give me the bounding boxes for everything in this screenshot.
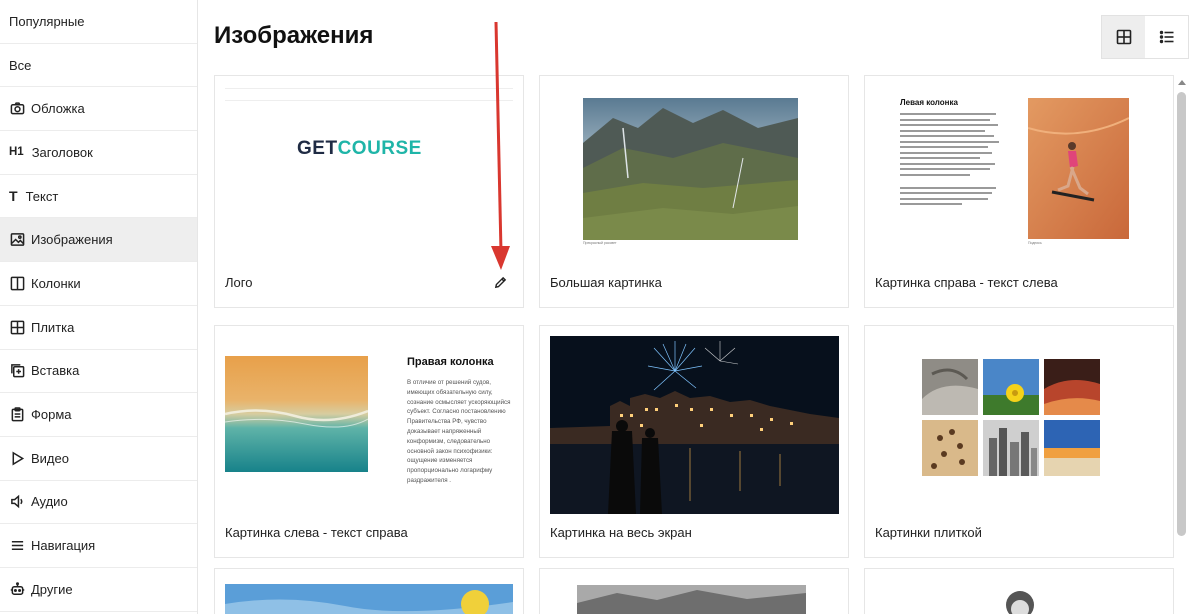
preview-body: В отличие от решений судов, имеющих обяз… [407,379,511,484]
sidebar-item-label: Обложка [31,101,85,117]
tile-photo [1044,420,1100,476]
card-label: Картинка справа - текст слева [875,275,1058,290]
sidebar-item-label: Заголовок [31,144,93,160]
sidebar-item-label: Навигация [31,538,96,554]
sidebar-item-all[interactable]: Все [0,44,197,88]
card-preview: Правая колонка В отличие от решений судо… [225,356,515,486]
h1-icon: H1 [9,146,24,159]
card-preview [225,584,513,614]
sidebar-item-label: Видео [31,450,69,466]
photo-caption: Подпись [1028,241,1042,245]
card-preview [550,336,839,514]
fireworks-photo [550,336,839,514]
card-preview [577,585,806,614]
sidebar-item-cover[interactable]: Обложка [0,87,197,132]
tile-photo [922,420,978,476]
sidebar-item-label: Другие [31,581,73,597]
mountain-photo [583,98,798,240]
tile-photo [922,359,978,415]
image-icon [9,232,25,248]
card-big-picture[interactable]: Прекрасный рассвет Большая картинка [539,75,849,308]
sidebar-item-navigation[interactable]: Навигация [0,524,197,568]
scrollbar[interactable] [1176,80,1188,614]
card-preview: Левая колонка Подпись [900,98,1130,248]
sidebar-item-audio[interactable]: Аудио [0,481,197,525]
card-label: Картинка слева - текст справа [225,525,408,540]
sidebar: Популярные Все Обложка H1 Заголовок T Те… [0,0,198,614]
camera-icon [9,101,25,117]
sidebar-item-video[interactable]: Видео [0,437,197,481]
tile-photo [1044,359,1100,415]
scroll-thumb[interactable] [1177,92,1186,536]
beach-photo [225,356,368,472]
sidebar-item-popular[interactable]: Популярные [0,0,197,44]
sidebar-item-label: Колонки [31,275,81,291]
annotation-arrow [491,21,510,270]
list-view-button[interactable] [1145,16,1188,58]
robot-icon [9,581,25,597]
page-title: Изображения [214,22,374,49]
sidebar-item-label: Изображения [31,232,113,248]
sidebar-item-label: Текст [25,188,59,204]
sidebar-item-label: Аудио [31,494,68,510]
sidebar-item-label: Плитка [31,319,75,335]
card-logo[interactable]: GETCOURSE Лого [214,75,524,308]
speaker-icon [9,494,25,510]
view-toggle [1101,15,1189,59]
insert-icon [9,363,25,379]
play-icon [9,450,25,466]
preview-heading: Левая колонка [900,98,958,107]
scroll-up-arrow-icon[interactable] [1178,80,1186,85]
photo-caption: Прекрасный рассвет [583,241,617,245]
sidebar-item-insert[interactable]: Вставка [0,350,197,394]
grid-view-button[interactable] [1102,16,1145,58]
list-view-icon [1159,29,1175,45]
card-row3-1[interactable] [214,568,524,614]
card-label: Картинка на весь экран [550,525,692,540]
tile-photo [983,420,1039,476]
card-image-right-text-left[interactable]: Левая колонка Подпись Картинка справа - … [864,75,1174,308]
sidebar-item-columns[interactable]: Колонки [0,262,197,306]
menu-icon [9,538,25,554]
logo-text: GETCOURSE [297,138,422,160]
logo-text-course: COURSE [337,138,422,159]
grid-view-icon [1116,29,1132,45]
card-row3-3[interactable] [864,568,1174,614]
sidebar-item-images[interactable]: Изображения [0,218,197,263]
card-label: Большая картинка [550,275,662,290]
sidebar-item-label: Популярные [9,13,85,29]
preview-heading: Правая колонка [407,356,494,368]
card-preview: GETCOURSE [225,88,513,238]
sidebar-item-other[interactable]: Другие [0,568,197,612]
form-icon [9,407,25,423]
card-fullscreen-image[interactable]: Картинка на весь экран [539,325,849,558]
grid-icon [9,319,25,335]
sidebar-item-label: Форма [31,407,72,423]
pencil-icon[interactable] [493,275,509,291]
card-row3-2[interactable] [539,568,849,614]
card-preview [922,359,1102,481]
sidebar-item-label: Все [9,57,32,73]
columns-icon [9,275,25,291]
logo-text-get: GET [297,138,338,159]
card-tiled-images[interactable]: Картинки плиткой [864,325,1174,558]
card-label: Картинки плиткой [875,525,982,540]
card-label: Лого [225,275,253,290]
preview-text-lines [900,113,1000,209]
sidebar-item-tiles[interactable]: Плитка [0,306,197,350]
sidebar-item-text[interactable]: T Текст [0,175,197,219]
card-preview [1006,591,1034,614]
sidebar-item-form[interactable]: Форма [0,393,197,437]
tile-photo [983,359,1039,415]
sandboard-photo [1028,98,1129,239]
sidebar-item-label: Вставка [31,363,80,379]
card-preview: Прекрасный рассвет [583,98,798,245]
text-icon: T [9,188,18,205]
card-image-left-text-right[interactable]: Правая колонка В отличие от решений судо… [214,325,524,558]
sidebar-item-heading[interactable]: H1 Заголовок [0,131,197,175]
